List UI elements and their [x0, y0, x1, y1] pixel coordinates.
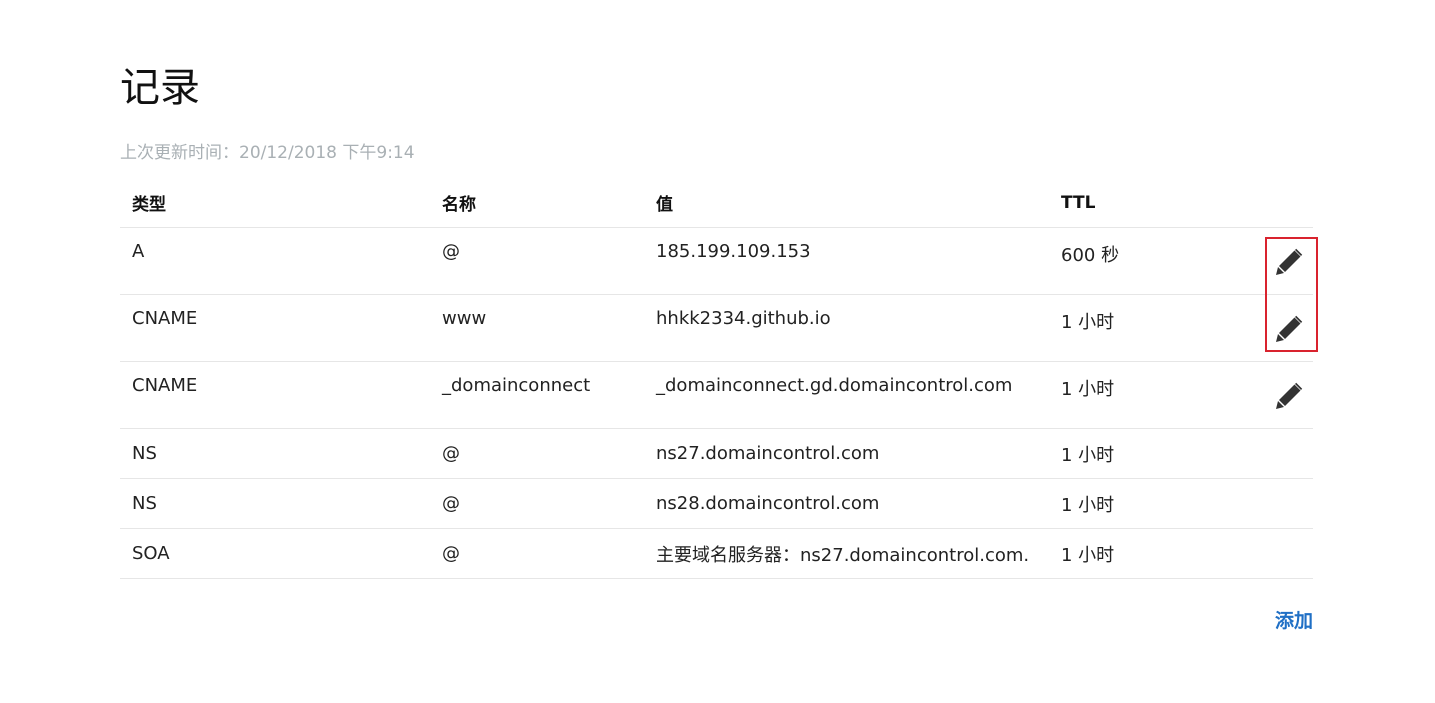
record-value: ns27.domaincontrol.com — [644, 428, 1049, 479]
record-actions — [1249, 478, 1313, 529]
record-name: _domainconnect — [430, 361, 644, 429]
page-title: 记录 — [120, 65, 200, 111]
table-row: SOA @ 主要域名服务器：ns27.domaincontrol.com. 1 … — [120, 528, 1313, 579]
record-ttl: 1 小时 — [1049, 478, 1249, 529]
table-row: NS @ ns27.domaincontrol.com 1 小时 — [120, 428, 1313, 479]
table-row: A @ 185.199.109.153 600 秒 — [120, 227, 1313, 295]
record-type: SOA — [120, 528, 430, 579]
record-actions — [1249, 528, 1313, 579]
record-ttl: 1 小时 — [1049, 361, 1249, 429]
record-value: 185.199.109.153 — [644, 227, 1049, 295]
pencil-icon — [1276, 248, 1303, 275]
table-header-row: 类型 名称 值 TTL — [120, 178, 1313, 228]
record-ttl: 600 秒 — [1049, 227, 1249, 295]
pencil-icon — [1276, 382, 1303, 409]
record-name: @ — [430, 428, 644, 479]
record-name: @ — [430, 227, 644, 295]
record-value: hhkk2334.github.io — [644, 294, 1049, 362]
header-name: 名称 — [430, 178, 644, 228]
edit-record-button[interactable] — [1273, 313, 1305, 345]
record-ttl: 1 小时 — [1049, 428, 1249, 479]
header-ttl: TTL — [1049, 178, 1249, 228]
header-value: 值 — [644, 178, 1049, 228]
dns-records-table: 类型 名称 值 TTL A @ 185.199.109.153 600 秒 CN… — [120, 178, 1313, 579]
edit-record-button[interactable] — [1273, 380, 1305, 412]
record-ttl: 1 小时 — [1049, 294, 1249, 362]
pencil-icon — [1276, 315, 1303, 342]
record-type: A — [120, 227, 430, 295]
record-type: NS — [120, 428, 430, 479]
record-type: CNAME — [120, 294, 430, 362]
record-actions — [1249, 294, 1313, 362]
record-value: 主要域名服务器：ns27.domaincontrol.com. — [644, 528, 1049, 579]
header-type: 类型 — [120, 178, 430, 228]
record-value: ns28.domaincontrol.com — [644, 478, 1049, 529]
record-actions — [1249, 428, 1313, 479]
header-actions — [1249, 178, 1313, 228]
record-name: @ — [430, 478, 644, 529]
record-value: _domainconnect.gd.domaincontrol.com — [644, 361, 1049, 429]
record-name: www — [430, 294, 644, 362]
table-row: NS @ ns28.domaincontrol.com 1 小时 — [120, 478, 1313, 529]
edit-record-button[interactable] — [1273, 246, 1305, 278]
add-record-link[interactable]: 添加 — [1275, 608, 1313, 634]
record-name: @ — [430, 528, 644, 579]
table-row: CNAME www hhkk2334.github.io 1 小时 — [120, 294, 1313, 362]
record-type: NS — [120, 478, 430, 529]
record-actions — [1249, 361, 1313, 429]
record-actions — [1249, 227, 1313, 295]
last-updated-text: 上次更新时间：20/12/2018 下午9:14 — [120, 143, 415, 163]
record-ttl: 1 小时 — [1049, 528, 1249, 579]
table-row: CNAME _domainconnect _domainconnect.gd.d… — [120, 361, 1313, 429]
record-type: CNAME — [120, 361, 430, 429]
